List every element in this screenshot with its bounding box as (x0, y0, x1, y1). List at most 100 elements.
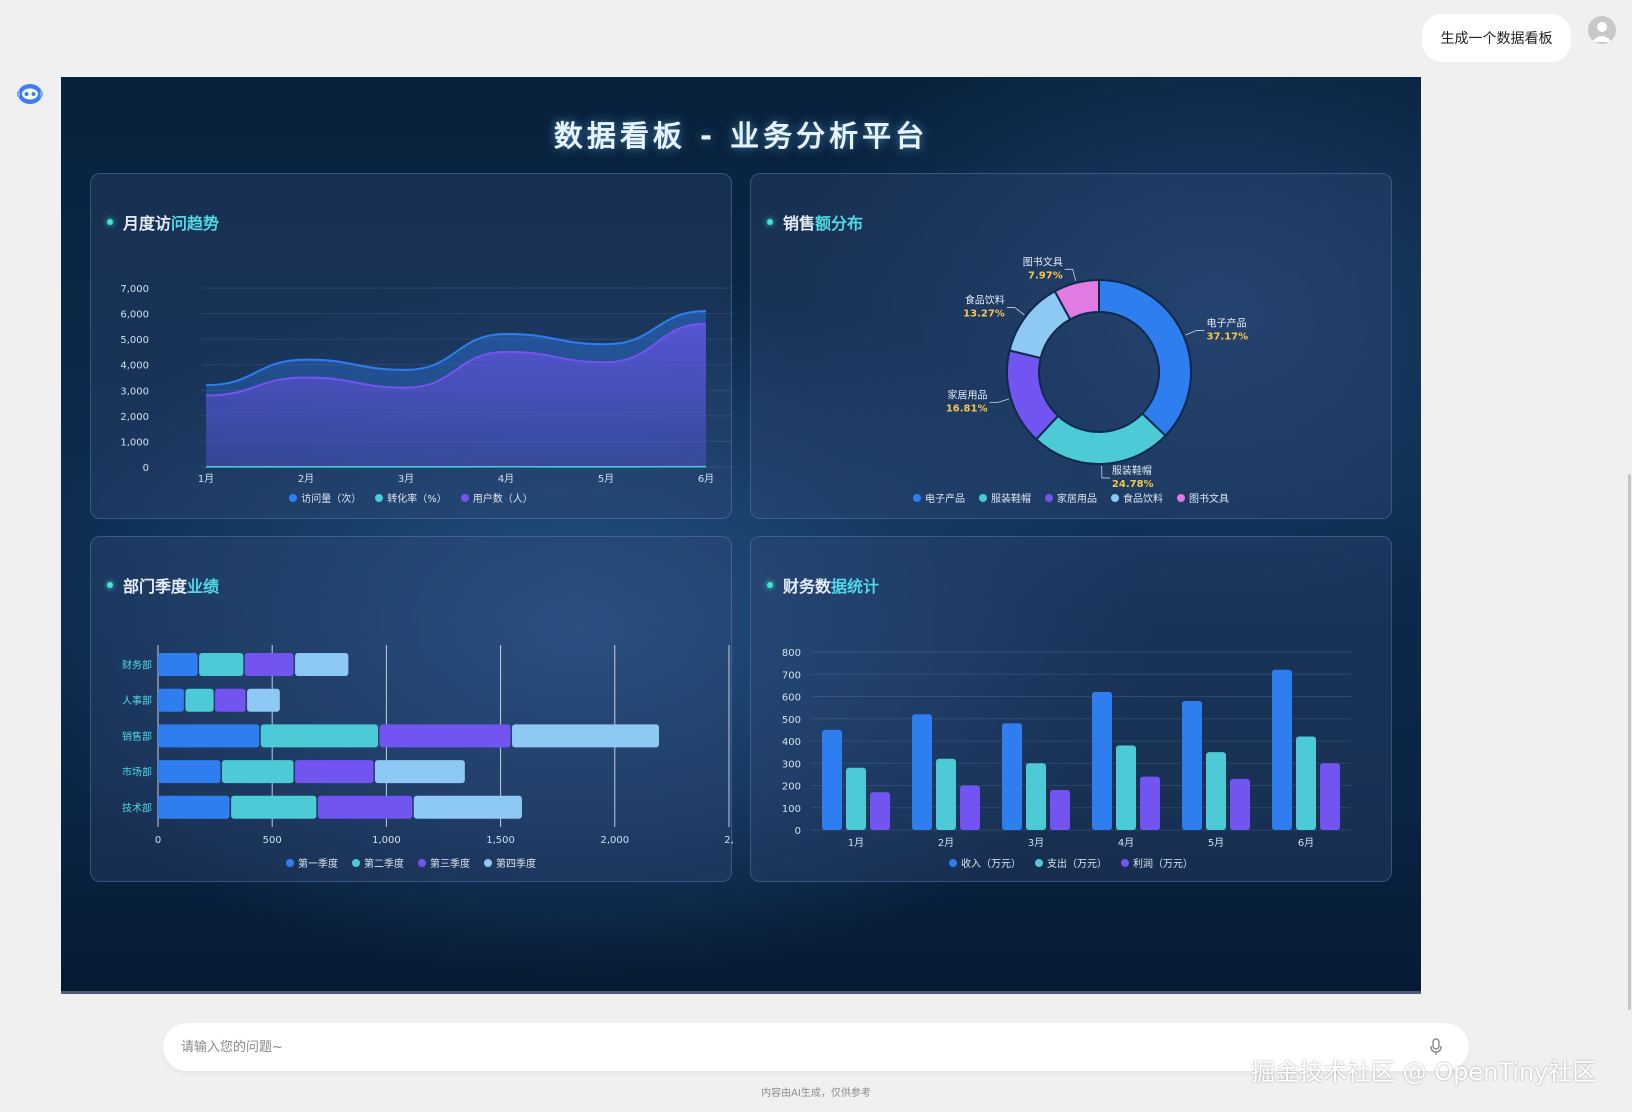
ai-disclaimer: 内容由AI生成，仅供参考 (761, 1088, 871, 1099)
legend-label: 用户数（人） (472, 494, 533, 505)
grouped-bar-chart: 0 100 200 300 400 500 600 700 800 1月 2月 3月 4月 5月 6月 (782, 648, 1351, 849)
label-leader (989, 398, 1010, 403)
bar (1296, 736, 1316, 830)
legend-swatch (375, 493, 384, 502)
bar-segment (199, 653, 244, 676)
legend-item[interactable]: 第三季度 (418, 855, 470, 870)
panel-sales-distribution: 销售 额分布 电子产品 37.17% 服装鞋帽 24.78% 家居用品 16.81% 食品饮料… (750, 173, 1392, 519)
legend-swatch (418, 858, 426, 867)
legend-item[interactable]: 访问量（次） (289, 490, 361, 505)
x-tick-label: 2,000 (600, 835, 629, 846)
legend-item[interactable]: 家居用品 (1045, 490, 1097, 505)
legend-item[interactable]: 第四季度 (484, 855, 536, 870)
assistant-avatar-icon (17, 82, 43, 106)
legend-swatch (1121, 858, 1129, 867)
legend-swatch (352, 858, 360, 867)
y-tick-label: 市场部 (122, 766, 152, 779)
chat-input[interactable] (181, 1023, 1381, 1071)
legend-label: 第二季度 (364, 859, 404, 870)
bar-segment (247, 688, 280, 712)
x-tick-label: 2月 (938, 837, 954, 849)
legend-label: 利润（万元） (1133, 859, 1193, 870)
bar-segment (215, 688, 246, 712)
stacked-bar-chart: 0 500 1,000 1,500 2,000 2, 财务部人事部销售部市场部技术部 (122, 645, 733, 846)
y-tick-label: 1,000 (120, 437, 149, 448)
y-tick-label: 300 (782, 759, 801, 770)
legend-label: 服装鞋帽 (991, 494, 1031, 505)
legend-label: 访问量（次） (301, 494, 362, 505)
legend-item[interactable]: 图书文具 (1177, 490, 1229, 505)
bar (1182, 700, 1202, 830)
x-tick-label: 2月 (298, 473, 314, 485)
legend-item[interactable]: 食品饮料 (1111, 490, 1163, 505)
legend-swatch (949, 858, 957, 867)
bar (1026, 763, 1046, 830)
bar (912, 714, 932, 830)
bar (1206, 752, 1226, 830)
legend-label: 转化率（%） (387, 494, 447, 505)
legend-label: 支出（万元） (1047, 859, 1107, 870)
legend-item[interactable]: 支出（万元） (1035, 855, 1107, 870)
legend-item[interactable]: 服装鞋帽 (979, 490, 1031, 505)
bar-segment (244, 653, 294, 676)
x-tick-label: 4月 (1118, 837, 1134, 849)
bar-segment (379, 724, 511, 748)
x-tick-label: 1,000 (372, 835, 401, 846)
legend-swatch (1035, 858, 1043, 867)
legend-item[interactable]: 收入（万元） (949, 855, 1021, 870)
y-tick-label: 200 (782, 782, 801, 793)
legend-item[interactable]: 转化率（%） (375, 490, 447, 505)
pie-slice (1034, 412, 1167, 465)
y-tick-label: 0 (795, 826, 801, 837)
y-tick-label: 600 (782, 693, 801, 704)
legend-label: 图书文具 (1189, 494, 1229, 505)
y-tick-label: 7,000 (120, 284, 149, 295)
legend-item[interactable]: 电子产品 (913, 490, 965, 505)
slice-name-label: 家居用品 (947, 388, 987, 401)
user-avatar[interactable] (1588, 16, 1616, 44)
legend-item[interactable]: 第一季度 (286, 855, 338, 870)
x-tick-label: 1月 (198, 473, 214, 485)
bar-segment (260, 724, 379, 748)
bar-segment (231, 795, 317, 819)
bar (1116, 745, 1136, 830)
legend-label: 第四季度 (496, 859, 536, 870)
legend-item[interactable]: 用户数（人） (460, 490, 533, 505)
bar-segment (158, 795, 230, 819)
user-message-bubble: 生成一个数据看板 (1422, 14, 1571, 62)
panel-department-quarterly: 部门季度 业绩 0 500 1,000 1,500 2,000 2, 财务部 人事部 销售部 市场部… (90, 536, 733, 882)
chart-legend: 第一季度 第二季度 第三季度 第四季度 (91, 855, 731, 870)
bar-segment (158, 653, 198, 676)
y-tick-label: 人事部 (122, 694, 152, 707)
legend-label: 收入（万元） (961, 859, 1021, 870)
slice-percent-label: 13.27% (963, 309, 1005, 320)
legend-swatch (1045, 493, 1053, 502)
bar (960, 785, 980, 830)
bar-segment (158, 688, 184, 712)
bar-segment (221, 760, 294, 784)
legend-label: 食品饮料 (1123, 494, 1163, 505)
x-tick-label: 1月 (848, 837, 864, 849)
legend-swatch (1111, 493, 1119, 502)
bar (1002, 723, 1022, 830)
bar-segment (185, 688, 214, 712)
legend-item[interactable]: 第二季度 (352, 855, 404, 870)
x-tick-label: 6月 (1298, 837, 1314, 849)
bar (1230, 778, 1250, 830)
bar (1092, 692, 1112, 830)
y-tick-label: 财务部 (122, 659, 152, 672)
bar (1050, 789, 1070, 830)
bar-segment (295, 760, 374, 784)
bar-segment (158, 724, 260, 748)
bar-segment (374, 760, 465, 784)
legend-item[interactable]: 利润（万元） (1121, 855, 1193, 870)
x-tick-label: 500 (263, 835, 282, 846)
bar (1140, 776, 1160, 830)
bar (936, 758, 956, 830)
label-leader (1101, 465, 1110, 479)
slice-name-label: 电子产品 (1207, 316, 1247, 329)
bar-segment (317, 795, 413, 819)
slice-name-label: 食品饮料 (965, 294, 1005, 307)
bar-segment (512, 724, 659, 748)
scrollbar[interactable] (1628, 474, 1631, 1010)
